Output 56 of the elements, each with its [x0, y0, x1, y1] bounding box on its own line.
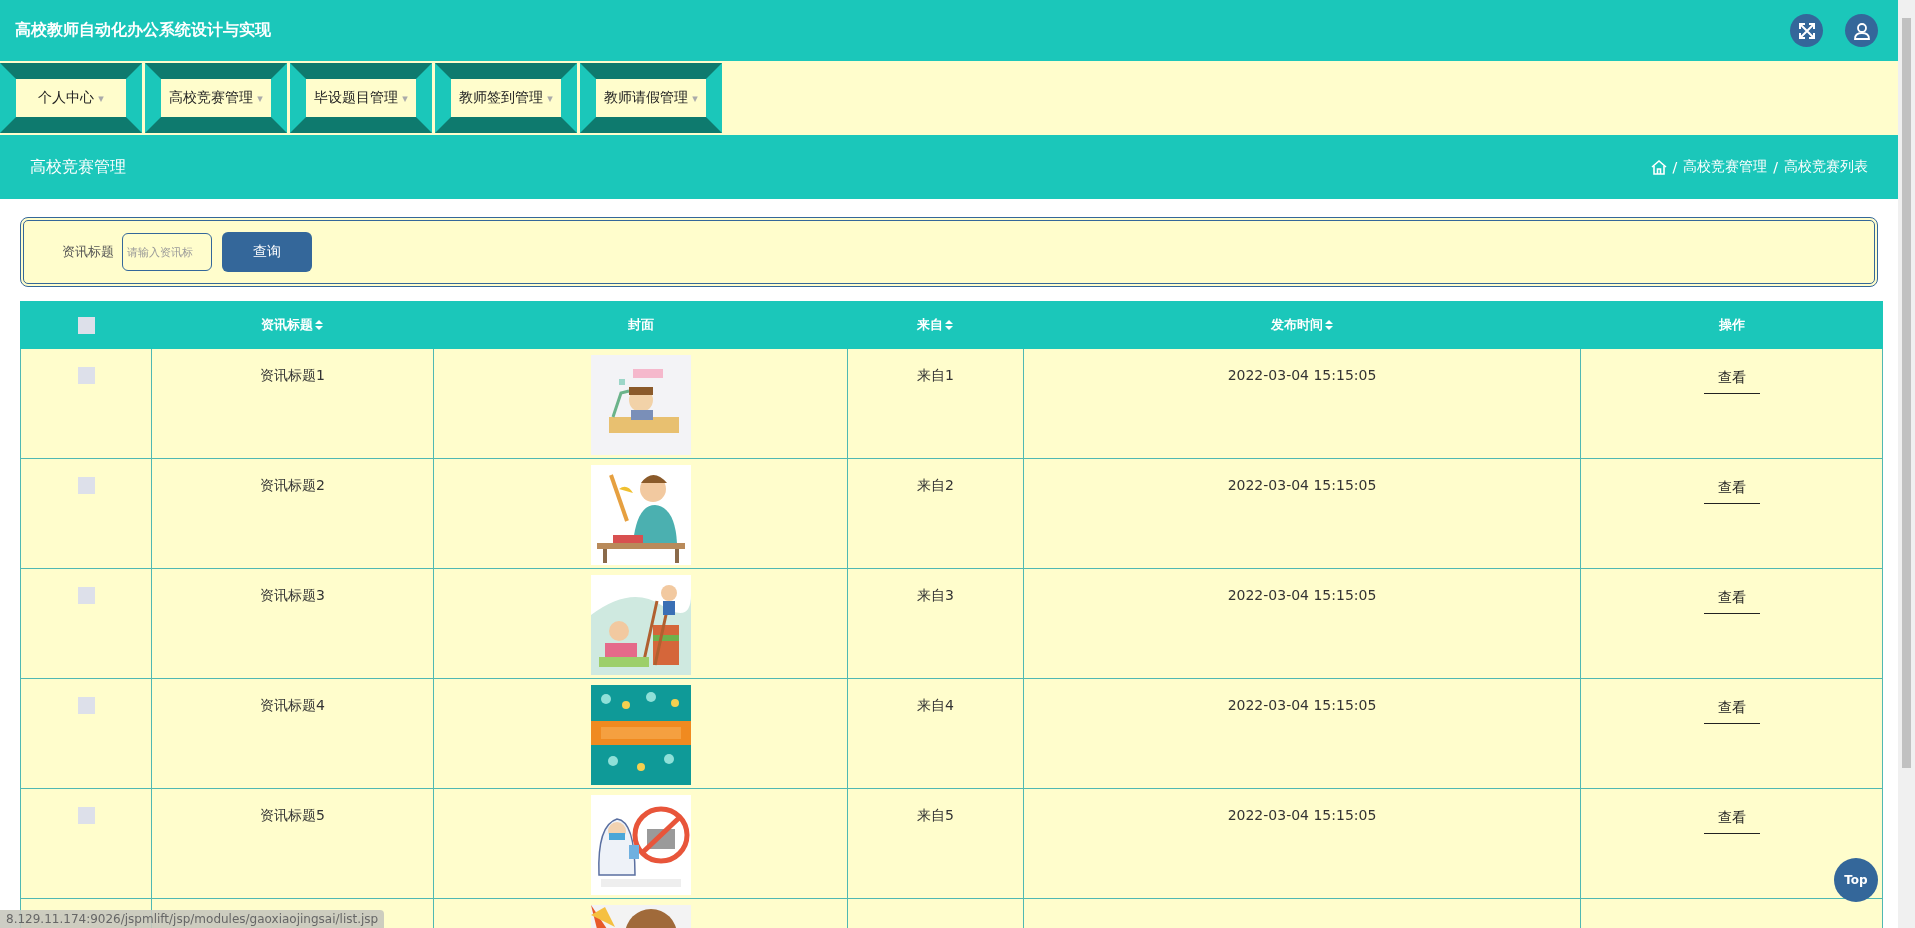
menu-tab[interactable]: 高校竞赛管理 ▾: [145, 63, 287, 133]
menu-tab[interactable]: 教师请假管理 ▾: [580, 63, 722, 133]
search-button[interactable]: 查询: [222, 232, 312, 272]
caret-icon: ▾: [98, 91, 104, 105]
scrollbar-thumb[interactable]: [1902, 18, 1911, 768]
caret-icon: ▾: [547, 91, 553, 105]
expand-arrows-icon: [1797, 21, 1816, 40]
view-button[interactable]: 查看: [1703, 587, 1760, 614]
row-checkbox[interactable]: [77, 806, 95, 824]
status-url: 8.129.11.174:9026/jspmlift/jsp/modules/gaoxiaojingsai/list.jsp: [0, 910, 385, 928]
scrollbar[interactable]: [1898, 0, 1915, 928]
page-title: 高校竞赛管理: [30, 156, 126, 178]
table-cell: 2022-03-04 15:15:05: [1227, 587, 1377, 603]
table-cell: 来自4: [917, 697, 954, 713]
caret-icon: ▾: [257, 91, 263, 105]
home-icon[interactable]: [1650, 159, 1667, 175]
column-header: 封面: [627, 317, 654, 332]
window-title: 高校教师自动化办公系统设计与实现: [15, 20, 271, 41]
table-cell: 资讯标题4: [260, 697, 325, 713]
select-all-checkbox[interactable]: [77, 316, 95, 334]
sort-icon[interactable]: [314, 319, 324, 331]
table-cell: 2022-03-04 15:15:05: [1227, 697, 1377, 713]
row-checkbox[interactable]: [77, 696, 95, 714]
user-icon: [1852, 21, 1871, 40]
fullscreen-button[interactable]: [1790, 14, 1823, 47]
table-cell: 资讯标题5: [260, 807, 325, 823]
view-button[interactable]: 查看: [1703, 477, 1760, 504]
column-header: 操作: [1718, 317, 1745, 332]
sort-icon[interactable]: [944, 319, 954, 331]
breadcrumb-separator: /: [1672, 159, 1678, 175]
row-checkbox[interactable]: [77, 586, 95, 604]
table-cell: 资讯标题2: [260, 477, 325, 493]
search-field[interactable]: 请输入资讯标: [122, 233, 212, 271]
table-cell: 2022-03-04 15:15:05: [1227, 807, 1377, 823]
table-cell: 资讯标题3: [260, 587, 325, 603]
view-button[interactable]: 查看: [1703, 367, 1760, 394]
menu-tab[interactable]: 个人中心 ▾: [0, 63, 142, 133]
caret-icon: ▾: [402, 91, 408, 105]
menu-tab[interactable]: 教师签到管理 ▾: [435, 63, 577, 133]
table-cell: 来自2: [917, 477, 954, 493]
breadcrumb-separator: /: [1773, 159, 1778, 175]
table-cell: 2022-03-04 15:15:05: [1227, 477, 1377, 493]
table-cell: 来自3: [917, 587, 954, 603]
user-button[interactable]: [1845, 14, 1878, 47]
sort-icon[interactable]: [1323, 319, 1334, 331]
row-checkbox[interactable]: [77, 476, 95, 494]
table-cell: 来自5: [917, 807, 954, 823]
table-cell: 2022-03-04 15:15:05: [1227, 367, 1377, 383]
field-label: 资讯标题: [62, 243, 114, 261]
row-checkbox[interactable]: [77, 366, 95, 384]
view-button[interactable]: 查看: [1703, 807, 1760, 834]
menu-tab[interactable]: 毕设题目管理 ▾: [290, 63, 432, 133]
view-button[interactable]: 查看: [1703, 697, 1760, 724]
caret-icon: ▾: [692, 91, 698, 105]
table-cell: 来自1: [917, 367, 954, 383]
table-cell: 资讯标题1: [260, 367, 325, 383]
